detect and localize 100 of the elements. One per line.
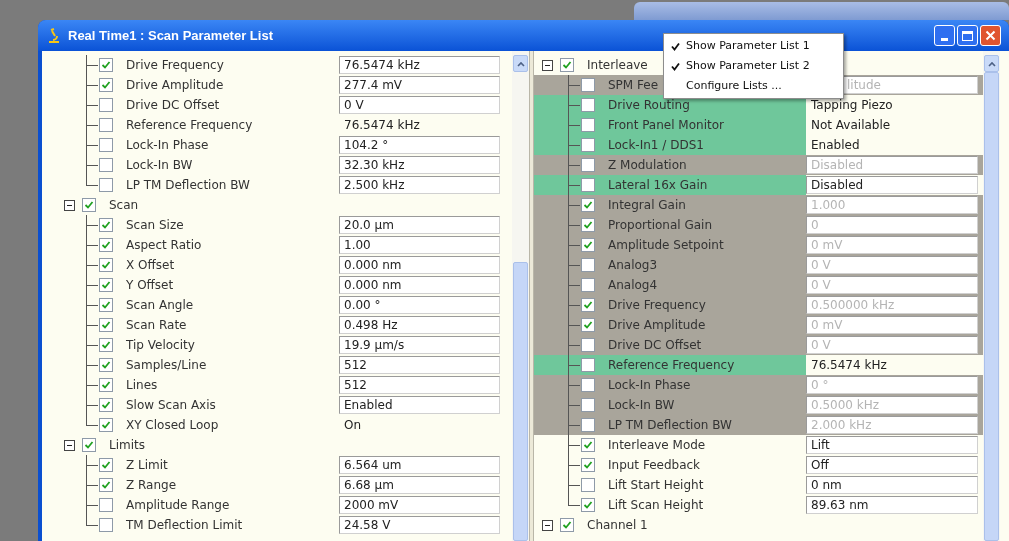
value-field[interactable]: 6.68 µm (339, 476, 500, 494)
maximize-button[interactable] (957, 25, 978, 46)
collapse-toggle[interactable] (542, 59, 553, 71)
parameter-label: Lines (126, 377, 158, 394)
checkbox[interactable] (99, 178, 113, 192)
value-field[interactable]: 0 V (339, 96, 500, 114)
scrollbar-thumb[interactable] (984, 72, 999, 541)
checkbox[interactable] (99, 298, 113, 312)
parameter-label: Scan Size (126, 217, 184, 234)
checkbox[interactable] (99, 338, 113, 352)
checkbox[interactable] (581, 498, 595, 512)
value-field[interactable]: Lift (806, 436, 978, 454)
checkbox[interactable] (99, 138, 113, 152)
checkbox[interactable] (581, 178, 595, 192)
parameter-label: Lift Scan Height (608, 497, 704, 514)
checkbox[interactable] (581, 138, 595, 152)
checkbox[interactable] (99, 498, 113, 512)
value-field[interactable]: 512 (339, 376, 500, 394)
parameter-value: Not Available (810, 117, 892, 134)
checkbox[interactable] (581, 98, 595, 112)
parameter-label: Amplitude Setpoint (608, 237, 724, 254)
checkbox[interactable] (99, 118, 113, 132)
scroll-up-button[interactable] (513, 55, 528, 72)
collapse-toggle[interactable] (542, 519, 553, 531)
value-field[interactable]: 24.58 V (339, 516, 500, 534)
parameter-value: On (343, 417, 363, 434)
value-field[interactable]: 1.00 (339, 236, 500, 254)
value-field[interactable]: 0.498 Hz (339, 316, 500, 334)
parameter-label: Front Panel Monitor (608, 117, 724, 134)
checkbox[interactable] (99, 258, 113, 272)
close-button[interactable] (980, 25, 1001, 46)
checkbox[interactable] (99, 78, 113, 92)
checkbox[interactable] (99, 98, 113, 112)
value-field[interactable]: 0.00 ° (339, 296, 500, 314)
checkbox[interactable] (99, 58, 113, 72)
minimize-button[interactable] (934, 25, 955, 46)
value-field[interactable]: 76.5474 kHz (339, 56, 500, 74)
checkbox[interactable] (99, 318, 113, 332)
scroll-up-button[interactable] (984, 55, 999, 72)
checkbox[interactable] (581, 478, 595, 492)
collapse-toggle[interactable] (64, 439, 75, 451)
checkbox[interactable] (99, 238, 113, 252)
parameter-label: Drive Amplitude (608, 317, 706, 334)
checkbox[interactable] (99, 458, 113, 472)
parameter-label: Z Modulation (608, 157, 687, 174)
value-field[interactable]: Enabled (339, 396, 500, 414)
menu-item[interactable]: Show Parameter List 1 (664, 36, 843, 56)
parameter-label: Reference Frequency (608, 357, 735, 374)
value-field[interactable]: 0 nm (806, 476, 978, 494)
parameter-value: Enabled (810, 137, 861, 154)
value-field[interactable]: 6.564 um (339, 456, 500, 474)
parameter-label: Analog4 (608, 277, 658, 294)
value-field[interactable]: Disabled (806, 176, 978, 194)
checkbox[interactable] (581, 438, 595, 452)
checkbox[interactable] (99, 478, 113, 492)
parameter-value: 76.5474 kHz (343, 117, 421, 134)
parameter-label: Z Range (126, 477, 177, 494)
close-icon (985, 30, 996, 41)
caret-up-icon (987, 60, 996, 67)
value-field[interactable]: 104.2 ° (339, 136, 500, 154)
scrollbar[interactable] (983, 51, 1000, 541)
scrollbar[interactable] (512, 51, 529, 541)
value-field[interactable]: 2.500 kHz (339, 176, 500, 194)
checkbox[interactable] (99, 418, 113, 432)
menu-item[interactable]: Show Parameter List 2 (664, 56, 843, 76)
value-field[interactable]: 19.9 µm/s (339, 336, 500, 354)
parameter-label: LP TM Deflection BW (126, 177, 250, 194)
parameter-label: Y Offset (126, 277, 174, 294)
value-field[interactable]: 0.000 nm (339, 256, 500, 274)
checkbox[interactable] (99, 358, 113, 372)
value-field[interactable]: 512 (339, 356, 500, 374)
checkbox[interactable] (560, 58, 574, 72)
checkbox[interactable] (560, 518, 574, 532)
checkbox[interactable] (581, 458, 595, 472)
checkbox[interactable] (99, 518, 113, 532)
value-field[interactable]: 277.4 mV (339, 76, 500, 94)
value-field[interactable]: 89.63 nm (806, 496, 978, 514)
checkbox[interactable] (581, 358, 595, 372)
parameter-value: Tapping Piezo (810, 97, 894, 114)
value-field[interactable]: 20.0 µm (339, 216, 500, 234)
checkbox[interactable] (99, 278, 113, 292)
value-field[interactable]: Off (806, 456, 978, 474)
checkbox[interactable] (82, 438, 96, 452)
checkbox[interactable] (99, 378, 113, 392)
parameter-label: Lock-In Phase (608, 377, 691, 394)
checkbox[interactable] (99, 158, 113, 172)
parameter-label: Lift Start Height (608, 477, 704, 494)
parameter-label: Aspect Ratio (126, 237, 202, 254)
parameter-value: 76.5474 kHz (810, 357, 888, 374)
scrollbar-thumb[interactable] (513, 262, 528, 541)
collapse-toggle[interactable] (64, 199, 75, 211)
value-field[interactable]: 2000 mV (339, 496, 500, 514)
value-field[interactable]: 0.000 nm (339, 276, 500, 294)
parameter-label: X Offset (126, 257, 175, 274)
checkbox[interactable] (99, 398, 113, 412)
checkbox[interactable] (99, 218, 113, 232)
parameter-label: Reference Frequency (126, 117, 253, 134)
checkbox[interactable] (581, 118, 595, 132)
value-field[interactable]: 32.30 kHz (339, 156, 500, 174)
checkbox[interactable] (82, 198, 96, 212)
